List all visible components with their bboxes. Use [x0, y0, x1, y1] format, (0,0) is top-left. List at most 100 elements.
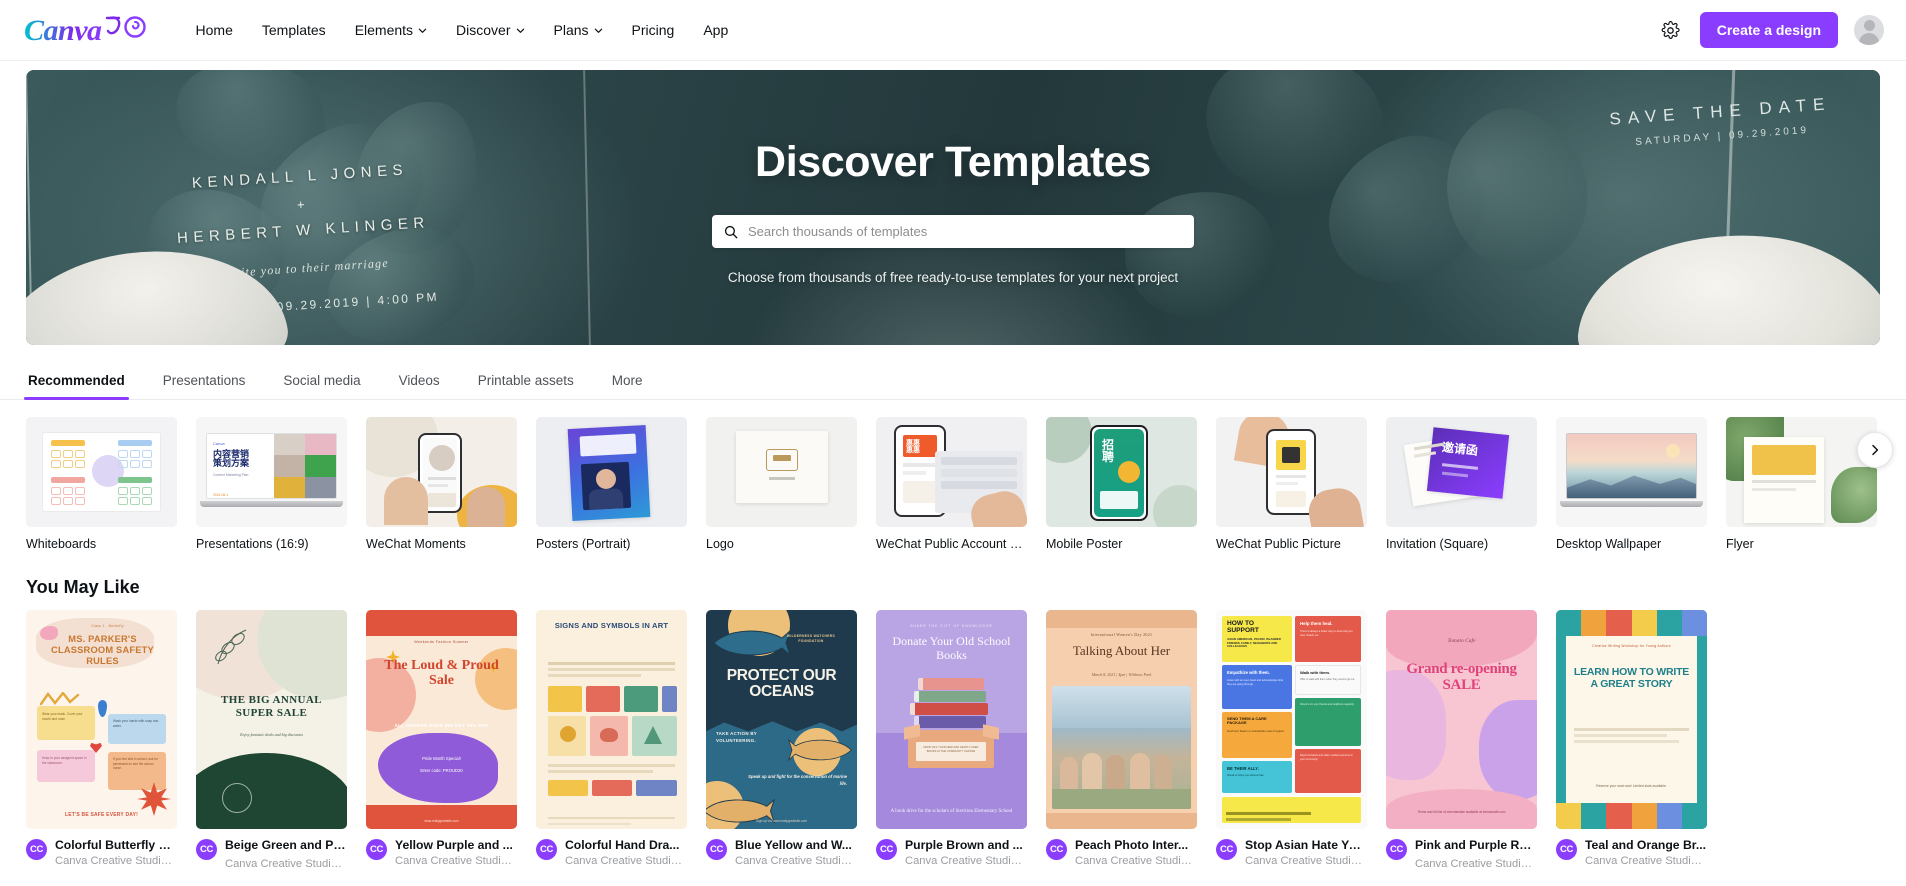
template-title: Blue Yellow and W... [735, 838, 852, 852]
tab-presentations[interactable]: Presentations [161, 367, 248, 399]
chevron-right-icon [1872, 444, 1879, 456]
hero-content: Discover Templates Choose from thousands… [26, 70, 1880, 345]
poster-line-1: TAKE ACTION BY VOLUNTEERING. [716, 731, 757, 744]
nav-item-plans[interactable]: Plans [540, 14, 617, 46]
template-card[interactable]: SHARE THE GIFT OF KNOWLEDGE Donate Your … [876, 610, 1027, 871]
canva-logo[interactable]: Canva [24, 14, 148, 46]
category-thumbnail: 惠惠 惠惠 [876, 417, 1027, 527]
nav-item-home[interactable]: Home [182, 14, 247, 46]
tab-more[interactable]: More [610, 367, 645, 399]
poster-eyebrow: SHARE THE GIFT OF KNOWLEDGE [910, 624, 993, 628]
template-meta: CC Teal and Orange Br... Canva Creative … [1556, 838, 1707, 867]
template-card[interactable]: SIGNS AND SYMBOLS IN ART CC Colorful Han… [536, 610, 687, 871]
category-thumbnail: Canva 内容营销 策划方案 Content Marketing Plan 20… [196, 417, 347, 527]
poster-headline: Grand re-opening SALE [1406, 661, 1517, 693]
template-author: Canva Creative Studio ... [735, 855, 857, 867]
category-card-mobile-poster[interactable]: 招聘 Mobile Poster [1046, 417, 1197, 551]
nav-label: Home [195, 22, 233, 38]
nav-item-pricing[interactable]: Pricing [618, 14, 689, 46]
category-label: Mobile Poster [1046, 537, 1123, 551]
template-card[interactable]: Class 1 - Butterfly MS. PARKER'S CLASSRO… [26, 610, 177, 871]
page-title: Discover Templates [755, 138, 1151, 186]
nav-item-discover[interactable]: Discover [442, 14, 538, 46]
template-search-box[interactable] [712, 215, 1194, 248]
template-title: Colorful Hand Dra... [565, 838, 680, 852]
poster-box-text: DROP OFF YOUR NEW AND GENTLY-USED BOOKS … [916, 742, 986, 761]
template-title: Beige Green and Pink ... [225, 838, 347, 852]
poster-headline: MS. PARKER'S CLASSROOM SAFETY RULES [51, 634, 154, 666]
logo-swirl-icon [104, 14, 148, 40]
category-thumbnail [366, 417, 517, 527]
tab-social-media[interactable]: Social media [281, 367, 362, 399]
template-card[interactable]: Creative Writing Workshop for Young Auth… [1556, 610, 1707, 871]
category-card-posters-portrait[interactable]: Posters (Portrait) [536, 417, 687, 551]
template-author: Canva Creative Studio | ... [1245, 855, 1367, 867]
template-title: Stop Asian Hate Yell... [1245, 838, 1367, 852]
template-title: Teal and Orange Br... [1585, 838, 1707, 852]
poster-subline: ASIAN AMERICAN, PACIFIC ISLANDER FRIENDS… [1227, 636, 1281, 649]
poster-line-1: ALL ORDERS OVER $50 GET 30% OFF [394, 723, 489, 728]
author-avatar: CC [1556, 839, 1577, 860]
chevron-down-icon [516, 28, 524, 33]
hero-banner: KENDALL L JONES + HERBERT W KLINGER invi… [26, 70, 1880, 345]
gear-icon[interactable] [1658, 17, 1684, 43]
nav-item-elements[interactable]: Elements [341, 14, 441, 46]
template-author: Canva Creative Studio | ... [55, 855, 177, 867]
tab-videos[interactable]: Videos [397, 367, 442, 399]
template-card[interactable]: WILDERNESS WATCHERS FOUNDATION PROTECT O… [706, 610, 857, 871]
template-meta: CC Colorful Hand Dra... Canva Creative S… [536, 838, 687, 867]
template-meta: CC Blue Yellow and W... Canva Creative S… [706, 838, 857, 867]
search-input[interactable] [748, 224, 1182, 239]
poster-eyebrow: Class 1 - Butterfly [91, 624, 124, 628]
poster-tile-5: BE THEIR ALLY. [1227, 766, 1259, 771]
template-card[interactable]: THE BIG ANNUAL SUPER SALE Enjoy fantasti… [196, 610, 347, 871]
poster-tile-3: Empathize with them. [1227, 670, 1270, 675]
tab-printable-assets[interactable]: Printable assets [476, 367, 576, 399]
tab-recommended[interactable]: Recommended [24, 367, 129, 400]
category-thumbnail: 邀请函 [1386, 417, 1537, 527]
poster-tile-1: Help them heal. [1300, 621, 1333, 626]
category-label: Invitation (Square) [1386, 537, 1489, 551]
create-a-design-button[interactable]: Create a design [1699, 12, 1838, 48]
nav-label: Plans [553, 22, 589, 38]
category-label: Desktop Wallpaper [1556, 537, 1662, 551]
poster-footer: A book drive for the scholars of Sterrit… [890, 808, 1013, 814]
nav-label: Pricing [631, 22, 675, 38]
author-avatar: CC [876, 839, 897, 860]
category-card-wechat-public-account[interactable]: 惠惠 惠惠 WeChat Public Account Co... [876, 417, 1027, 551]
poster-headline: SIGNS AND SYMBOLS IN ART [554, 621, 669, 630]
nav-item-templates[interactable]: Templates [248, 14, 340, 46]
category-label: Posters (Portrait) [536, 537, 631, 551]
template-card[interactable]: HOW TO SUPPORT ASIAN AMERICAN, PACIFIC I… [1216, 610, 1367, 871]
nav-label: Discover [456, 22, 511, 38]
category-thumbnail: 招聘 [1046, 417, 1197, 527]
category-card-whiteboards[interactable]: Whiteboards [26, 417, 177, 551]
poster-headline: The Loud & Proud Sale [384, 658, 499, 689]
poster-eyebrow: Creative Writing Workshop for Young Auth… [1592, 644, 1671, 648]
template-thumbnail: HOW TO SUPPORT ASIAN AMERICAN, PACIFIC I… [1216, 610, 1367, 829]
category-list: Whiteboards Canva 内容营销 策划方案 Content Marke… [26, 417, 1906, 551]
user-avatar[interactable] [1854, 15, 1884, 45]
category-label: Flyer [1726, 537, 1754, 551]
template-card[interactable]: Weekends Fashion Summer The Loud & Proud… [366, 610, 517, 871]
category-card-flyer[interactable]: Flyer [1726, 417, 1877, 551]
category-card-logo[interactable]: Logo [706, 417, 857, 551]
template-card[interactable]: Tomato Cafe Grand re-opening SALE Terms … [1386, 610, 1537, 871]
category-card-wechat-public-picture[interactable]: WeChat Public Picture [1216, 417, 1367, 551]
poster-tile-4: SEND THEM A CARE PACKAGE [1227, 716, 1267, 726]
category-card-wechat-moments[interactable]: WeChat Moments [366, 417, 517, 551]
category-card-invitation-square[interactable]: 邀请函 Invitation (Square) [1386, 417, 1537, 551]
nav-item-app[interactable]: App [689, 14, 742, 46]
category-card-desktop-wallpaper[interactable]: Desktop Wallpaper [1556, 417, 1707, 551]
template-title: Pink and Purple Retail ... [1415, 838, 1537, 852]
template-thumbnail: Tomato Cafe Grand re-opening SALE Terms … [1386, 610, 1537, 829]
template-card[interactable]: International Women's Day 2021 Talking A… [1046, 610, 1197, 871]
category-thumbnail [1726, 417, 1877, 527]
template-meta: CC Pink and Purple Retail ... Canva Crea… [1386, 838, 1537, 871]
you-may-like-heading: You May Like [26, 577, 140, 597]
carousel-next-button[interactable] [1857, 432, 1893, 468]
template-author: Canva Creative Studio ... [395, 855, 517, 867]
category-card-presentations-16-9[interactable]: Canva 内容营销 策划方案 Content Marketing Plan 20… [196, 417, 347, 551]
poster-line-3: Enter code: PROUD30 [420, 768, 463, 773]
poster-eyebrow: WILDERNESS WATCHERS FOUNDATION [786, 634, 836, 643]
